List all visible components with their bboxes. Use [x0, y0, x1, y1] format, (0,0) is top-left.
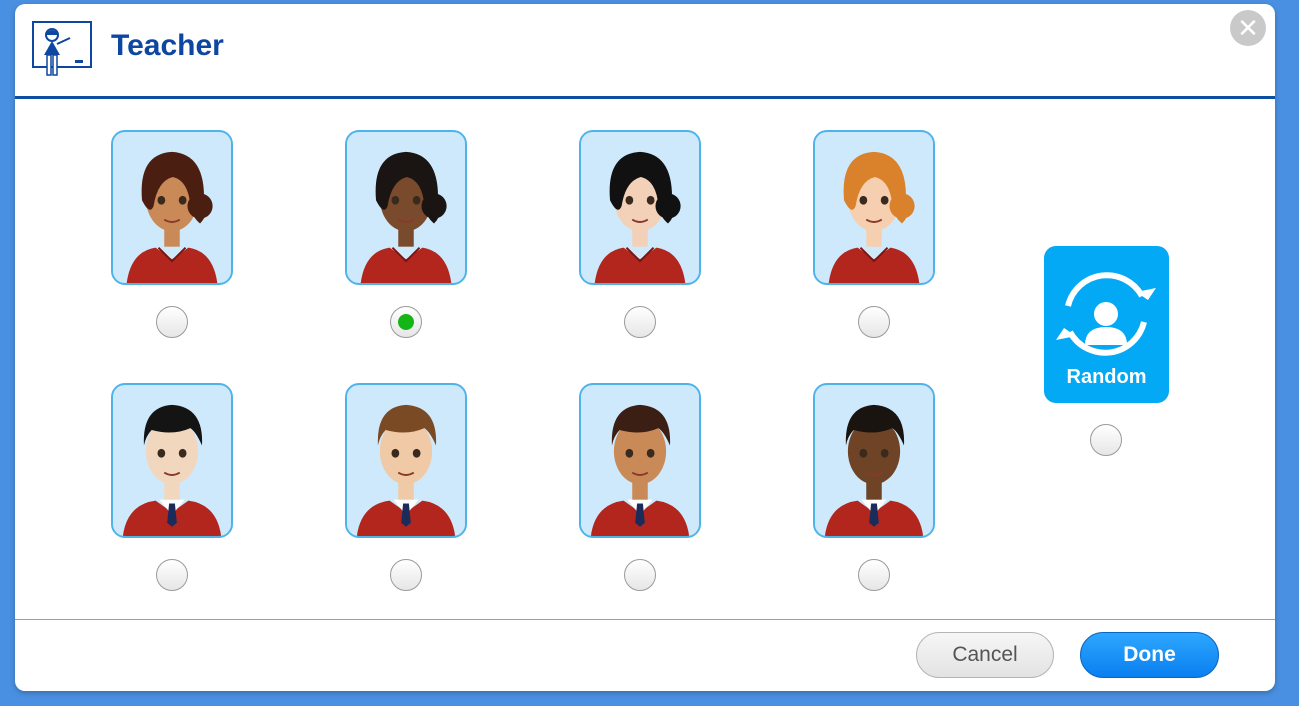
avatar-radio-female-4[interactable] [858, 306, 890, 338]
avatar-female-4[interactable] [813, 130, 935, 285]
avatar-male-4[interactable] [813, 383, 935, 538]
avatar-radio-male-2[interactable] [390, 559, 422, 591]
avatar-portrait [113, 385, 231, 536]
avatar-radio-female-1[interactable] [156, 306, 188, 338]
avatar-radio-female-2[interactable] [390, 306, 422, 338]
random-label: Random [1066, 366, 1147, 388]
random-radio[interactable] [1090, 424, 1122, 456]
avatar-radio-female-3[interactable] [624, 306, 656, 338]
avatar-male-1[interactable] [111, 383, 233, 538]
avatar-dialog: Teacher ✕ Random Cancel Done [15, 4, 1275, 691]
teacher-at-board-icon [32, 21, 92, 81]
avatar-portrait [815, 132, 933, 283]
avatar-portrait [347, 132, 465, 283]
avatar-radio-male-1[interactable] [156, 559, 188, 591]
avatar-portrait [815, 385, 933, 536]
avatar-portrait [581, 132, 699, 283]
avatar-radio-male-3[interactable] [624, 559, 656, 591]
footer-divider [15, 619, 1275, 620]
close-icon: ✕ [1237, 12, 1259, 43]
dialog-header: Teacher ✕ [15, 4, 1275, 99]
close-button[interactable]: ✕ [1230, 10, 1266, 46]
avatar-female-1[interactable] [111, 130, 233, 285]
avatar-radio-male-4[interactable] [858, 559, 890, 591]
cancel-button[interactable]: Cancel [916, 632, 1054, 678]
random-avatar-tile[interactable]: Random [1044, 246, 1169, 403]
avatar-male-2[interactable] [345, 383, 467, 538]
avatar-portrait [113, 132, 231, 283]
avatar-female-2[interactable] [345, 130, 467, 285]
avatar-portrait [347, 385, 465, 536]
dialog-title: Teacher [111, 29, 224, 62]
done-button[interactable]: Done [1080, 632, 1219, 678]
avatar-female-3[interactable] [579, 130, 701, 285]
avatar-portrait [581, 385, 699, 536]
avatar-male-3[interactable] [579, 383, 701, 538]
